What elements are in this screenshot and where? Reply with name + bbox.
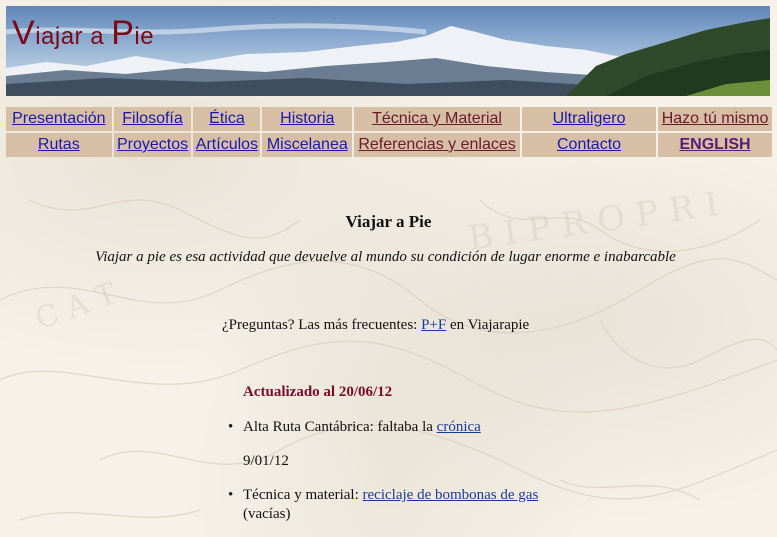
bullet-dot-icon: •: [228, 419, 234, 435]
tagline: Viajar a pie es esa actividad que devuel…: [95, 249, 676, 265]
faq-suffix: en Viajarapie: [446, 317, 530, 333]
updated-heading: Actualizado al 20/06/12: [243, 384, 393, 400]
news-item-continuation: (vacías): [243, 506, 291, 522]
faq-prefix: ¿Preguntas? Las más frecuentes:: [222, 317, 422, 333]
faq-line: ¿Preguntas? Las más frecuentes: P+F en V…: [222, 317, 529, 334]
news-item: • Técnica y material: reciclaje de bombon…: [228, 487, 538, 504]
news-item-text: Técnica y material:: [243, 487, 363, 503]
faq-link[interactable]: P+F: [421, 317, 446, 333]
page-title: Viajar a Pie: [345, 212, 432, 231]
news-item-link-cronica[interactable]: crónica: [437, 419, 481, 435]
news-item: • Alta Ruta Cantábrica: faltaba la crónic…: [228, 419, 481, 436]
main-content: Viajar a Pie Viajar a pie es esa activid…: [0, 0, 777, 537]
news-date: 9/01/12: [243, 453, 289, 469]
news-item-text: Alta Ruta Cantábrica: faltaba la: [243, 419, 437, 435]
bullet-dot-icon: •: [228, 487, 234, 503]
news-item-link-reciclaje[interactable]: reciclaje de bombonas de gas: [363, 487, 539, 503]
